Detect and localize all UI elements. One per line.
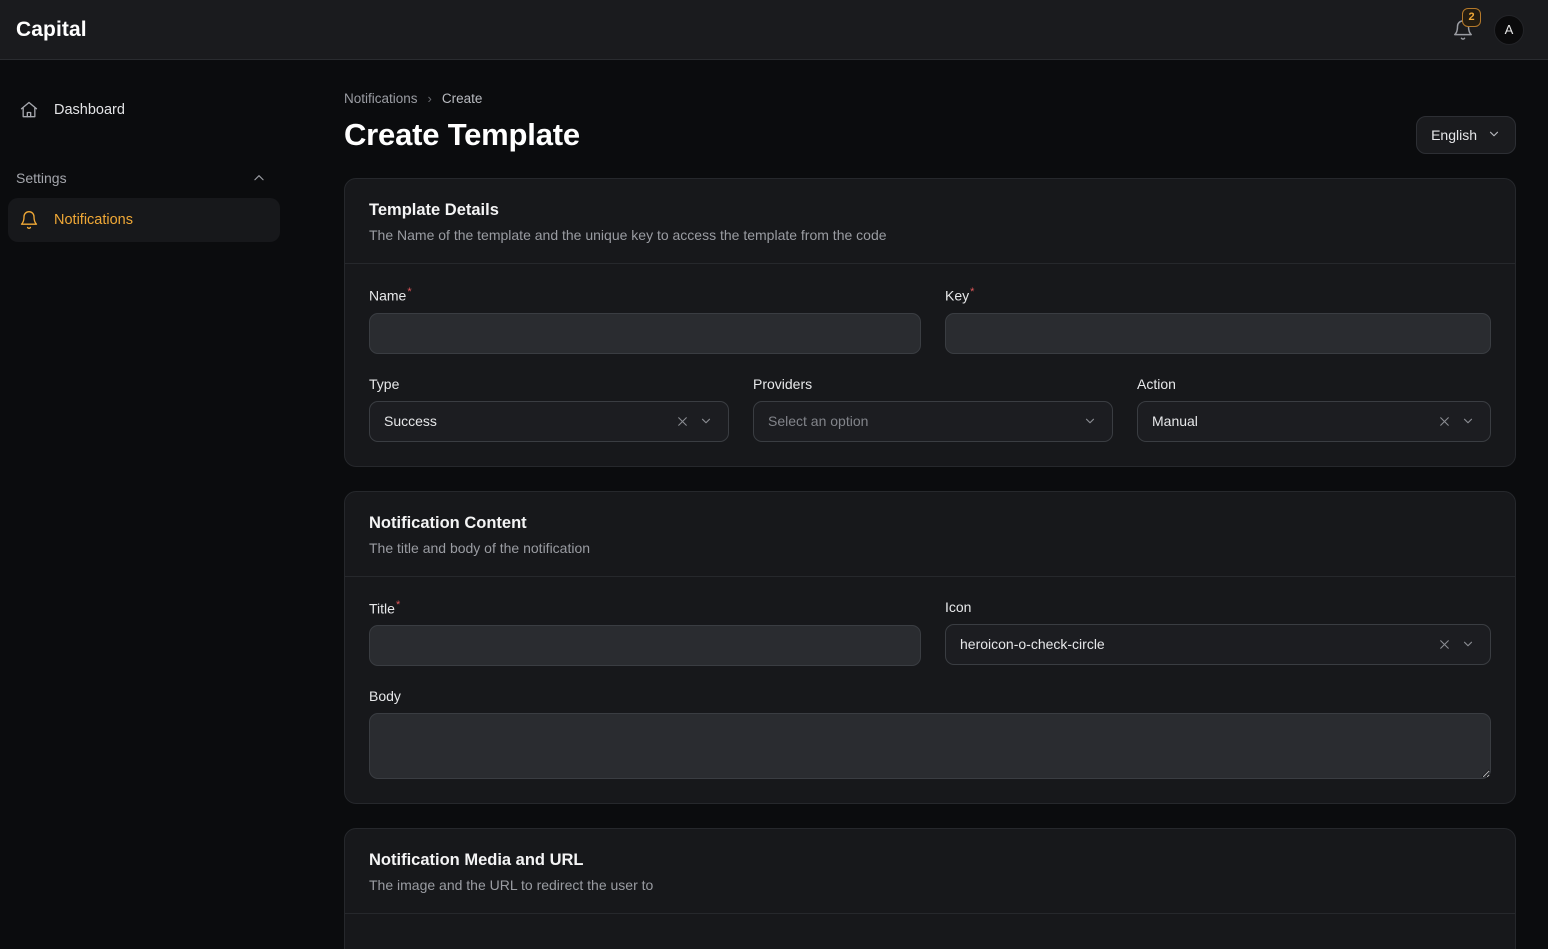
chevron-down-icon[interactable] [696,411,716,431]
title-label-text: Title [369,600,395,617]
top-bar-actions: 2 A [1450,7,1524,45]
chevron-down-icon[interactable] [1080,411,1100,431]
sidebar-item-dashboard[interactable]: Dashboard [8,88,280,132]
form-row: Body [369,688,1491,780]
type-select-value: Success [384,413,437,430]
action-label: Action [1137,375,1176,392]
section-subtitle: The title and body of the notification [369,539,591,556]
form-row: Title* Icon heroicon-o-check-circle [369,599,1491,667]
title-input[interactable] [369,625,921,667]
field-icon: Icon heroicon-o-check-circle [945,599,1491,667]
action-select-value: Manual [1152,413,1198,430]
name-label: Name* [369,286,921,304]
section-header: Template Details The Name of the templat… [345,179,1515,264]
breadcrumb-current: Create [441,90,483,106]
top-bar: Capital 2 A [0,0,1548,60]
field-key: Key* [945,286,1491,354]
section-notification-content: Notification Content The title and body … [344,490,1516,805]
clear-icon[interactable] [1434,634,1454,654]
clear-icon[interactable] [1434,411,1454,431]
section-subtitle: The Name of the template and the unique … [369,227,887,243]
field-body: Body [369,688,1491,780]
main-content: Notifications › Create Create Template E… [288,60,1548,949]
sidebar-item-label: Notifications [54,212,133,228]
field-action: Action Manual [1137,376,1491,442]
notifications-bell-button[interactable]: 2 [1450,7,1481,43]
section-title: Template Details [369,201,499,219]
providers-label: Providers [753,375,813,392]
section-title: Notification Content [369,513,527,532]
section-title: Notification Media and URL [369,851,584,870]
chevron-up-icon [252,171,266,185]
body-label: Body [369,688,401,705]
icon-label: Icon [945,598,972,615]
section-header: Notification Media and URL The image and… [345,829,1515,915]
title-label: Title* [369,599,921,617]
notification-count-badge: 2 [1462,7,1481,27]
section-header: Notification Content The title and body … [345,492,1515,577]
breadcrumb-notifications[interactable]: Notifications [344,91,418,106]
bell-icon [18,209,40,231]
language-selector-label: English [1431,127,1477,143]
icon-select-value: heroicon-o-check-circle [960,636,1105,653]
page-title: Create Template [344,117,580,152]
avatar[interactable]: A [1494,14,1524,45]
section-body: Name* Key* Type Success Providers Select… [345,264,1515,466]
section-subtitle: The image and the URL to redirect the us… [369,877,654,894]
body-textarea[interactable] [369,713,1491,780]
field-type: Type Success [369,376,729,442]
sidebar-item-label: Dashboard [54,102,125,118]
key-label-text: Key [945,287,970,304]
key-label: Key* [945,286,1491,304]
providers-select-placeholder: Select an option [768,413,869,430]
language-selector[interactable]: English [1416,116,1516,154]
page-header: Create Template English [344,116,1516,154]
chevron-down-icon [1487,127,1501,144]
form-row: Type Success Providers Select an option … [369,376,1491,442]
required-marker: * [395,598,401,611]
form-row: Name* Key* [369,286,1491,354]
field-title: Title* [369,599,921,667]
required-marker: * [970,286,975,298]
required-marker: * [407,286,412,298]
name-input[interactable] [369,312,921,354]
sidebar-item-notifications[interactable]: Notifications [8,198,280,242]
providers-select[interactable]: Select an option [753,400,1113,442]
home-icon [18,99,40,121]
sidebar-group-settings[interactable]: Settings [8,158,280,198]
section-notification-media-and-url: Notification Media and URL The image and… [344,828,1516,949]
chevron-right-icon: › [427,90,432,106]
chevron-down-icon[interactable] [1458,411,1478,431]
breadcrumb: Notifications › Create [344,88,1516,108]
action-select[interactable]: Manual [1137,400,1491,442]
section-template-details: Template Details The Name of the templat… [344,178,1516,467]
section-body [345,914,1515,949]
clear-icon[interactable] [672,411,692,431]
type-select[interactable]: Success [369,400,729,442]
app-brand: Capital [16,17,87,41]
field-providers: Providers Select an option [753,376,1113,442]
name-label-text: Name [369,287,407,304]
key-input[interactable] [945,312,1491,354]
sidebar: Dashboard Settings Notifications [0,60,288,949]
icon-select[interactable]: heroicon-o-check-circle [945,623,1491,665]
field-name: Name* [369,286,921,354]
chevron-down-icon[interactable] [1458,634,1478,654]
type-label: Type [369,375,400,392]
sidebar-group-label: Settings [16,170,67,186]
section-body: Title* Icon heroicon-o-check-circle Body [345,577,1515,804]
